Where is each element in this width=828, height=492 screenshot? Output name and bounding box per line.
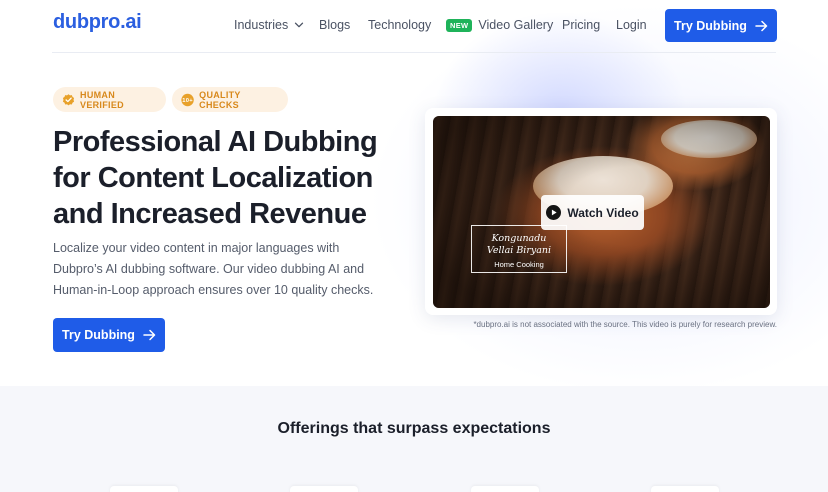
nav-technology-label: Technology — [368, 18, 432, 32]
arrow-right-icon — [755, 20, 768, 31]
nav-login-label: Login — [616, 18, 647, 32]
hero-description-line-2: Dubpro’s AI dubbing software. Our video … — [53, 262, 365, 276]
hero-try-dubbing-button[interactable]: Try Dubbing — [53, 318, 165, 352]
watch-video-label: Watch Video — [567, 205, 639, 220]
hero-title: Professional AI Dubbing for Content Loca… — [53, 124, 413, 232]
offering-card[interactable] — [290, 486, 358, 492]
nav-divider — [52, 52, 776, 53]
new-badge: NEW — [446, 18, 473, 32]
video-disclaimer: *dubpro.ai is not associated with the so… — [473, 320, 777, 329]
quality-count-text: 10+ — [182, 98, 193, 104]
nav-video-gallery[interactable]: NEW Video Gallery — [446, 18, 553, 32]
offering-card[interactable] — [651, 486, 719, 492]
top-navigation: dubpro.ai Industries Blogs Technology NE… — [0, 0, 828, 52]
quality-count-icon: 10+ — [181, 93, 194, 106]
nav-login[interactable]: Login — [616, 18, 647, 32]
offerings-section — [0, 386, 828, 492]
nav-video-gallery-label: Video Gallery — [478, 18, 554, 32]
logo[interactable]: dubpro.ai — [53, 11, 142, 34]
quality-checks-label: QUALITY CHECKS — [199, 89, 241, 110]
play-icon — [546, 205, 562, 220]
offering-card[interactable] — [471, 486, 539, 492]
video-thumbnail[interactable]: Watch Video Kongunadu Vellai Biryani Hom… — [433, 116, 770, 308]
nav-blogs-label: Blogs — [319, 18, 351, 32]
nav-blogs[interactable]: Blogs — [319, 18, 350, 32]
nav-technology[interactable]: Technology — [368, 18, 431, 32]
hero-description-line-1: Localize your video content in major lan… — [53, 241, 340, 255]
hero-title-line-2: for Content Localization — [53, 162, 373, 194]
chevron-down-icon — [295, 22, 304, 28]
nav-try-dubbing-label: Try Dubbing — [674, 18, 747, 33]
hero-description-line-3: Human-in-Loop approach ensures over 10 q… — [53, 283, 374, 297]
nav-pricing[interactable]: Pricing — [562, 18, 600, 32]
video-title-card: Kongunadu Vellai Biryani Home Cooking — [471, 225, 567, 273]
video-title-line-2: Vellai Biryani — [486, 245, 552, 256]
human-verified-label: HUMAN VERIFIED — [80, 89, 124, 110]
video-subtitle: Home Cooking — [494, 260, 544, 269]
hero-title-line-1: Professional AI Dubbing — [53, 126, 378, 158]
nav-try-dubbing-button[interactable]: Try Dubbing — [665, 9, 777, 42]
quality-checks-badge: 10+ QUALITY CHECKS — [172, 87, 288, 112]
video-preview-card: Watch Video Kongunadu Vellai Biryani Hom… — [425, 108, 777, 315]
human-verified-badge: HUMAN VERIFIED — [53, 87, 166, 112]
hero-title-line-3: and Increased Revenue — [53, 198, 367, 230]
offerings-title: Offerings that surpass expectations — [277, 420, 551, 437]
nav-pricing-label: Pricing — [562, 18, 601, 32]
offering-card[interactable] — [110, 486, 178, 492]
arrow-right-icon — [143, 329, 156, 341]
nav-industries-label: Industries — [234, 18, 289, 32]
nav-industries[interactable]: Industries — [234, 18, 304, 32]
video-title-line-1: Kongunadu — [491, 233, 547, 244]
hero-try-dubbing-label: Try Dubbing — [62, 328, 135, 342]
verified-badge-icon — [62, 93, 75, 105]
hero-description: Localize your video content in major lan… — [53, 238, 383, 301]
